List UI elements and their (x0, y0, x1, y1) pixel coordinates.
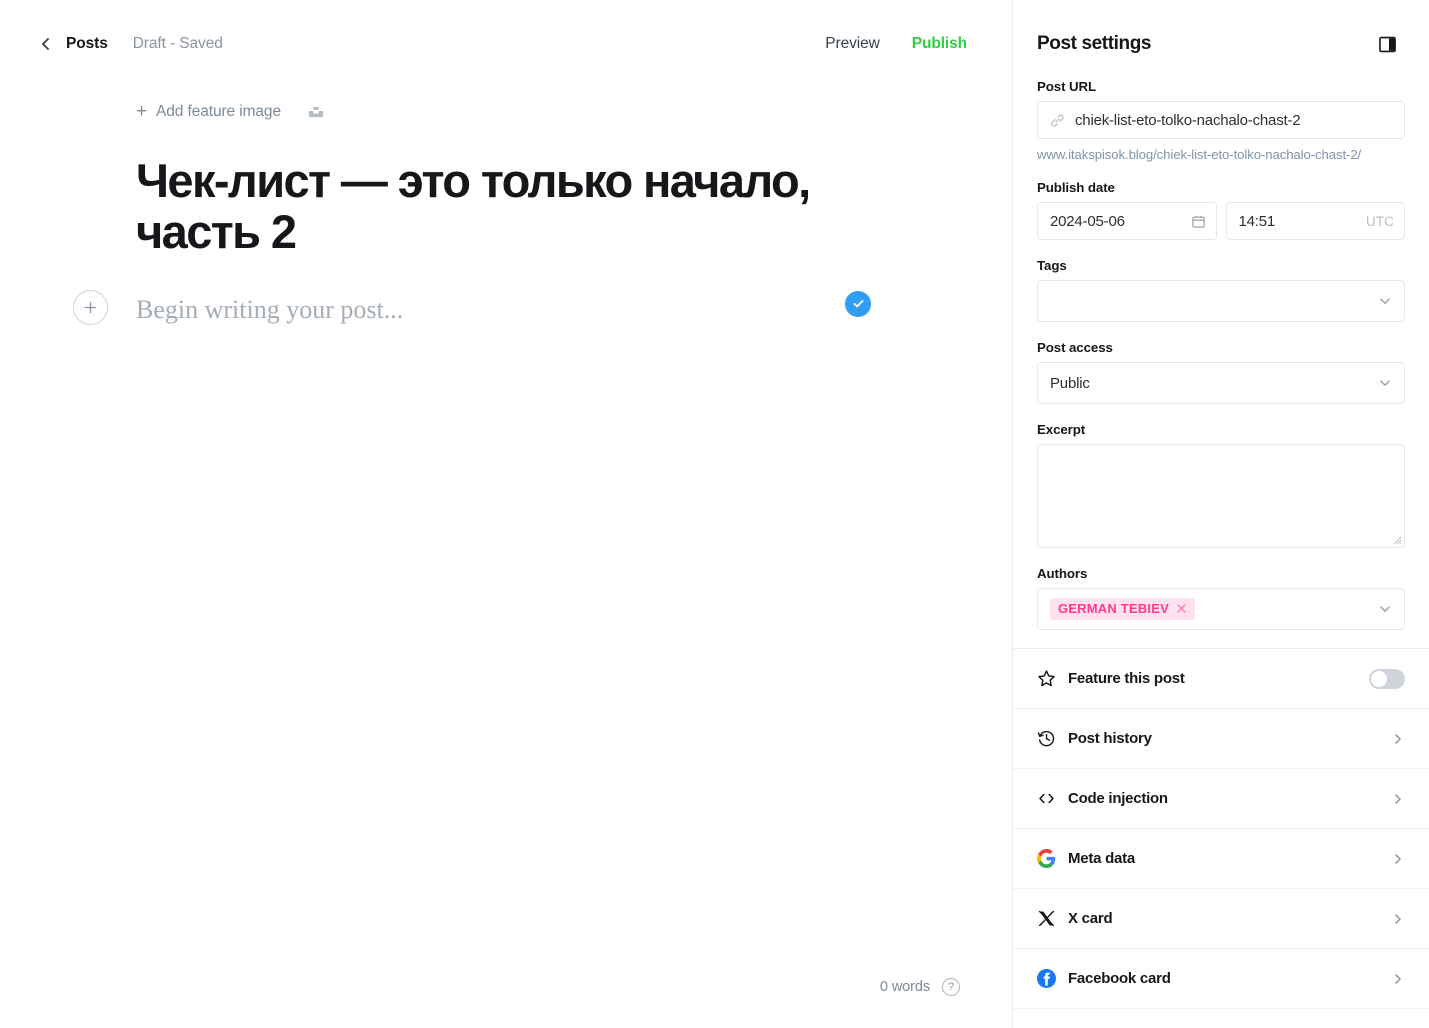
editor-first-line: Begin writing your post... (0, 288, 1012, 332)
post-body-input[interactable]: Begin writing your post... (136, 295, 403, 325)
field-publish-date: Publish date 2024-05-06 14:51 UTC (1037, 180, 1405, 240)
sidebar-form: Post URL chiek-list-eto-tolko-nachalo-ch… (1013, 55, 1429, 630)
resize-grip-icon[interactable] (1390, 533, 1402, 545)
field-tags: Tags (1037, 258, 1405, 322)
publish-date-label: Publish date (1037, 180, 1115, 195)
authors-select[interactable]: GERMAN TEBIEV (1037, 588, 1405, 630)
preview-button[interactable]: Preview (825, 35, 880, 53)
sidebar-item-label: Code injection (1068, 790, 1168, 807)
sidebar-item-meta-data[interactable]: Meta data (1013, 829, 1429, 889)
breadcrumb-posts-link[interactable]: Posts (66, 35, 108, 53)
check-circle-icon[interactable] (845, 290, 871, 317)
publish-date-input[interactable]: 2024-05-06 (1037, 202, 1217, 240)
publish-button[interactable]: Publish (912, 35, 967, 53)
draft-status-label: Draft - Saved (132, 35, 223, 52)
sidebar-item-label: Meta data (1068, 850, 1135, 867)
add-feature-image-button[interactable]: + Add feature image (136, 100, 281, 122)
chevron-right-icon (1395, 793, 1401, 804)
editor-toolbar-left: Posts Draft - Saved (0, 0, 223, 53)
close-icon[interactable] (1176, 603, 1187, 614)
field-excerpt: Excerpt (1037, 422, 1405, 548)
sidebar-item-label: Post history (1068, 730, 1152, 747)
post-title-input[interactable]: Чек-лист — это только начало, часть 2 (0, 130, 1012, 258)
link-icon (1051, 113, 1064, 127)
post-editor-app: Posts Draft - Saved Preview Publish + Ad… (0, 0, 1429, 1028)
star-icon (1037, 669, 1056, 688)
editor-toolbar: Posts Draft - Saved Preview Publish (0, 0, 1012, 94)
editor-toolbar-right: Preview Publish (825, 0, 1012, 53)
publish-time-input[interactable]: 14:51 UTC (1225, 202, 1405, 240)
post-settings-sidebar: Post settings Post URL chiek-list-eto-to… (1012, 0, 1429, 1028)
sidebar-item-feature-this-post[interactable]: Feature this post (1013, 649, 1429, 709)
timezone-label: UTC (1365, 213, 1394, 229)
editor-body: + Add feature image Чек-лист — это тольк… (0, 94, 1012, 332)
author-chip-label: GERMAN TEBIEV (1058, 601, 1169, 616)
post-url-preview-link[interactable]: www.itakspisok.blog/chiek-list-eto-tolko… (1037, 147, 1405, 162)
plus-circle-icon[interactable] (73, 289, 108, 325)
editor-pane: Posts Draft - Saved Preview Publish + Ad… (0, 0, 1012, 1028)
post-url-value: chiek-list-eto-tolko-nachalo-chast-2 (1075, 111, 1301, 129)
code-brackets-icon (1037, 789, 1056, 808)
sidebar-item-label: Facebook card (1068, 970, 1171, 987)
plus-icon: + (136, 100, 147, 122)
sidebar-item-label: X card (1068, 910, 1113, 927)
field-post-access: Post access Public (1037, 340, 1405, 404)
page-title: Post settings (1037, 33, 1152, 54)
excerpt-textarea[interactable] (1037, 444, 1405, 548)
authors-label: Authors (1037, 566, 1088, 581)
sidebar-item-facebook-card[interactable]: Facebook card (1013, 949, 1429, 1009)
post-access-value: Public (1050, 374, 1090, 392)
sidebar-toggle-icon[interactable] (1379, 36, 1396, 53)
chevron-down-icon (1380, 298, 1390, 304)
question-mark-icon[interactable]: ? (942, 978, 960, 996)
field-authors: Authors GERMAN TEBIEV (1037, 566, 1405, 630)
excerpt-label: Excerpt (1037, 422, 1086, 437)
chevron-down-icon (1380, 380, 1390, 386)
add-feature-image-label: Add feature image (156, 103, 281, 120)
author-chip[interactable]: GERMAN TEBIEV (1050, 598, 1195, 620)
toggle-knob (1371, 670, 1387, 687)
chevron-right-icon (1395, 973, 1401, 984)
chevron-right-icon (1395, 913, 1401, 924)
sidebar-item-label: Feature this post (1068, 670, 1185, 687)
chevron-down-icon (1380, 606, 1390, 612)
calendar-icon[interactable] (1191, 214, 1206, 229)
publish-date-value: 2024-05-06 (1050, 212, 1125, 230)
chevron-right-icon (1395, 853, 1401, 864)
sidebar-item-post-history[interactable]: Post history (1013, 709, 1429, 769)
chevron-left-icon[interactable] (38, 36, 54, 52)
sidebar-item-x-card[interactable]: X card (1013, 889, 1429, 949)
post-access-label: Post access (1037, 340, 1113, 355)
x-logo-icon (1037, 909, 1056, 928)
tags-select[interactable] (1037, 280, 1405, 322)
sidebar-item-code-injection[interactable]: Code injection (1013, 769, 1429, 829)
publish-time-value: 14:51 (1238, 212, 1276, 230)
google-g-icon (1037, 849, 1056, 868)
facebook-icon (1037, 969, 1056, 988)
post-url-label: Post URL (1037, 79, 1097, 94)
post-url-input[interactable]: chiek-list-eto-tolko-nachalo-chast-2 (1037, 101, 1405, 139)
unsplash-icon[interactable] (307, 103, 325, 121)
sidebar-header: Post settings (1013, 0, 1429, 55)
clock-history-icon (1037, 729, 1056, 748)
feature-image-row: + Add feature image (0, 94, 1012, 130)
publish-date-row: 2024-05-06 14:51 UTC (1037, 202, 1405, 240)
feature-post-toggle[interactable] (1369, 668, 1405, 689)
word-count-label: 0 words (879, 979, 930, 995)
chevron-right-icon (1395, 733, 1401, 744)
editor-footer: 0 words ? (880, 978, 960, 996)
post-access-select[interactable]: Public (1037, 362, 1405, 404)
field-post-url: Post URL chiek-list-eto-tolko-nachalo-ch… (1037, 79, 1405, 162)
tags-label: Tags (1037, 258, 1067, 273)
